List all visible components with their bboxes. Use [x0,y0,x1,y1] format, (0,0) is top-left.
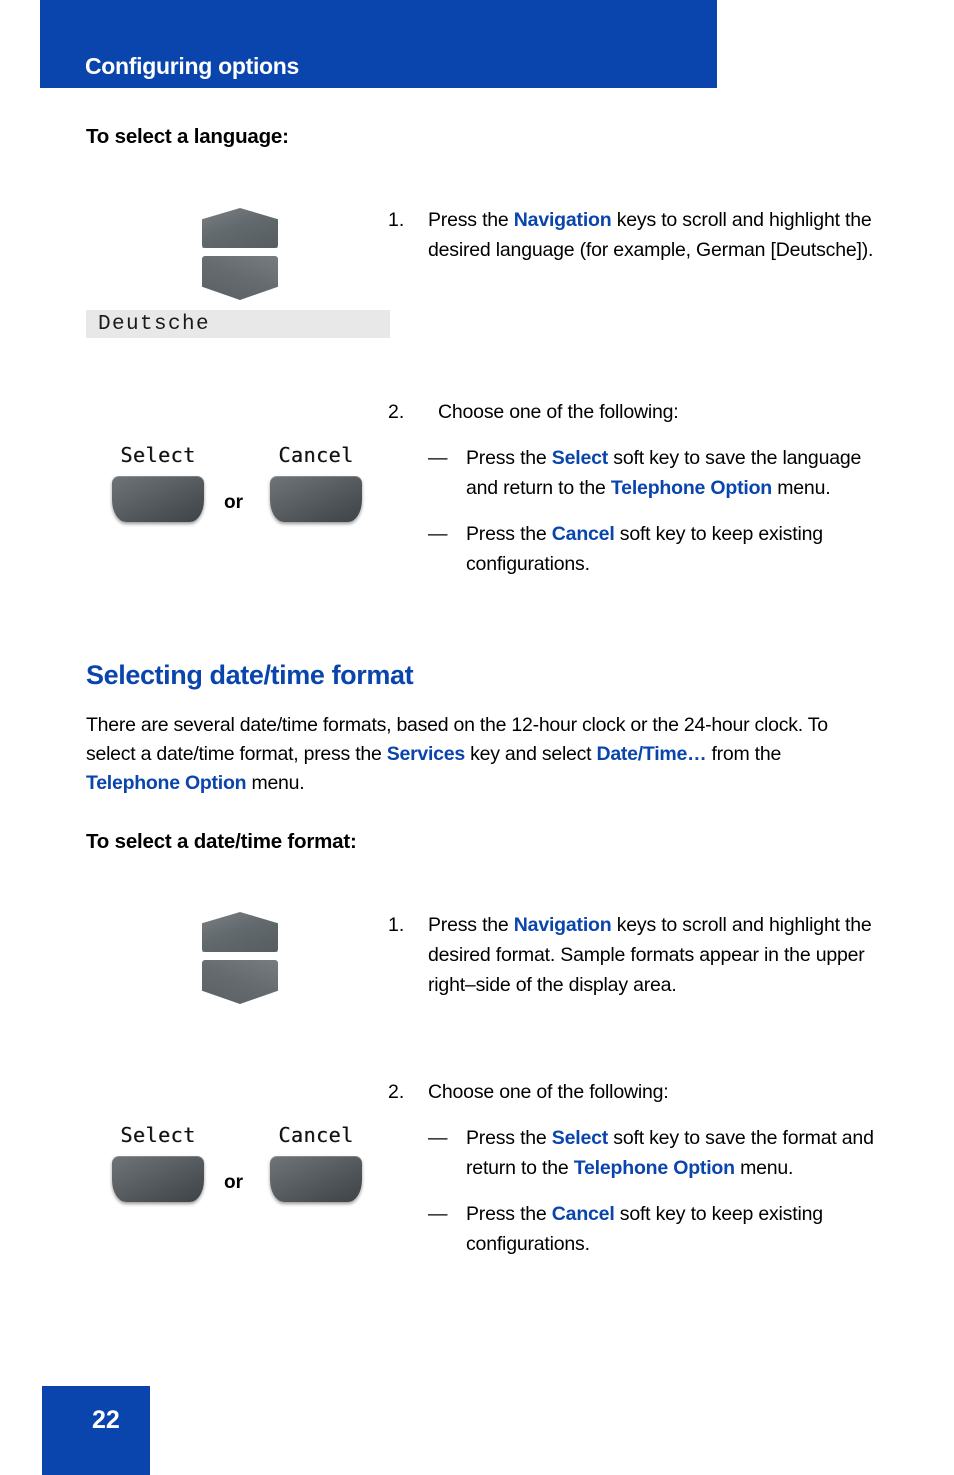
bullet-part-1: Press the [466,523,552,545]
bullet-cancel: — Press the Cancel soft key to keep exis… [428,519,883,579]
datetime-step-2: 2. Choose one of the following: — Press … [388,1077,883,1259]
softkey-group-language: Select or Cancel [112,440,382,545]
step-text: Press the Navigation keys to scroll and … [428,910,883,1000]
em-dash-marker: — [428,523,448,545]
step-number: 2. [388,401,405,423]
telephone-option-term: Telephone Option [573,1157,735,1179]
datetime-section-heading: Selecting date/time format [86,660,414,690]
cancel-softkey-label: Cancel [278,1123,354,1147]
navigation-key-down-icon [202,256,278,300]
em-dash-marker: — [428,1127,448,1149]
bullet-text: Press the Select soft key to save the la… [466,443,883,503]
bullet-text: Press the Cancel soft key to keep existi… [466,519,883,579]
select-term: Select [551,1127,609,1149]
datetime-intro-paragraph: There are several date/time formats, bas… [86,711,876,798]
select-datetime-heading: To select a date/time format: [86,830,357,853]
em-dash-marker: — [428,1203,448,1225]
navigation-term: Navigation [513,209,612,231]
page-header-banner: Configuring options [40,0,717,88]
bullet-part-1: Press the [466,1203,552,1225]
step-number: 2. [388,1081,405,1103]
bullet-part-3: menu. [772,477,831,499]
cancel-softkey-label: Cancel [278,443,354,467]
bullet-cancel: — Press the Cancel soft key to keep exis… [428,1199,883,1259]
step-text-prefix: Press the [428,914,514,936]
select-softkey-label: Select [120,1123,196,1147]
language-step-2: 2. Choose one of the following: — Press … [388,397,883,579]
cancel-softkey-button[interactable] [270,1156,362,1202]
or-separator: or [224,492,243,513]
page-title: Configuring options [85,53,300,79]
select-term: Select [551,447,609,469]
select-softkey-label: Select [120,443,196,467]
telephone-option-term: Telephone Option [610,477,773,499]
step-text-prefix: Press the [428,209,514,231]
paragraph-part-3: from the [706,743,782,765]
step-text: Press the Navigation keys to scroll and … [428,205,878,265]
lcd-display-language: Deutsche [86,310,390,338]
date-time-term: Date/Time… [596,743,707,765]
page-number: 22 [92,1406,120,1434]
paragraph-part-4: menu. [246,772,305,794]
navigation-term: Navigation [513,914,612,936]
cancel-softkey[interactable]: Cancel [270,1120,362,1202]
bullet-text: Press the Select soft key to save the fo… [466,1123,883,1183]
navigation-key-down-icon [202,960,278,1004]
select-softkey-button[interactable] [112,1156,204,1202]
select-softkey-button[interactable] [112,476,204,522]
page-number-box: 22 [42,1386,150,1475]
bullet-part-1: Press the [466,1127,552,1149]
bullet-part-1: Press the [466,447,552,469]
bullet-select: — Press the Select soft key to save the … [428,443,883,503]
navigation-keys-icon [200,208,280,300]
select-language-heading: To select a language: [86,125,289,148]
datetime-step-1: 1. Press the Navigation keys to scroll a… [388,910,883,1000]
bullet-select: — Press the Select soft key to save the … [428,1123,883,1183]
navigation-key-up-icon [202,912,278,952]
navigation-keys-icon [200,912,280,1004]
lcd-display-value: Deutsche [98,312,211,336]
softkey-group-datetime: Select or Cancel [112,1120,382,1225]
language-step-1: 1. Press the Navigation keys to scroll a… [388,205,878,265]
bullet-text: Press the Cancel soft key to keep existi… [466,1199,883,1259]
bullet-part-3: menu. [734,1157,794,1179]
select-softkey[interactable]: Select [112,1120,204,1202]
cancel-term: Cancel [551,523,615,545]
cancel-softkey[interactable]: Cancel [270,440,362,522]
select-softkey[interactable]: Select [112,440,204,522]
navigation-key-up-icon [202,208,278,248]
cancel-softkey-button[interactable] [270,476,362,522]
step-number: 1. [388,209,405,231]
telephone-option-term: Telephone Option [86,772,247,794]
step-lead-text: Choose one of the following: [428,1081,669,1103]
paragraph-part-2: key and select [464,743,597,765]
step-number: 1. [388,914,405,936]
step-lead-text: Choose one of the following: [438,401,679,423]
em-dash-marker: — [428,447,448,469]
cancel-term: Cancel [551,1203,615,1225]
or-separator: or [224,1172,243,1193]
services-term: Services [386,743,466,765]
